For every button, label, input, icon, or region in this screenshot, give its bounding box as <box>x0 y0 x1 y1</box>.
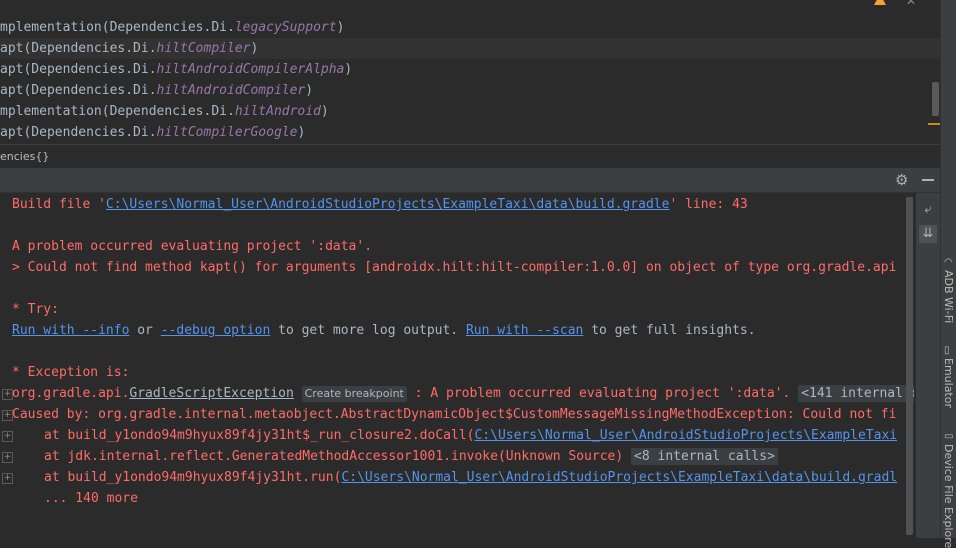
code-text: ) <box>305 83 314 98</box>
console-line: org.gradle.api.GradleScriptException Cre… <box>12 383 914 404</box>
console-text: to get more log output. <box>270 323 466 338</box>
internal-calls-fold[interactable]: <141 internal c <box>798 385 914 402</box>
console-text: : A problem occurred evaluating project … <box>406 386 791 401</box>
code-line[interactable]: apt(Dependencies.Di.hiltCompilerGoogle) <box>0 122 305 143</box>
code-identifier: hiltCompilerGoogle <box>156 125 298 140</box>
code-identifier: hiltAndroid <box>234 104 321 119</box>
code-text: mplementation(Dependencies.Di. <box>0 20 235 35</box>
code-text: ) <box>250 41 259 56</box>
device-icon: ▭ <box>944 431 954 442</box>
warning-icon[interactable] <box>874 0 886 5</box>
code-text: mplementation(Dependencies.Di. <box>0 104 235 119</box>
console-line: > Could not find method kapt() for argum… <box>12 260 897 275</box>
console-text: Build file ' <box>12 197 106 212</box>
console-text: ' line: 43 <box>669 197 748 212</box>
code-text: ) <box>320 104 329 119</box>
console-text: to get full insights. <box>583 323 756 338</box>
code-text: apt(Dependencies.Di. <box>0 125 157 140</box>
code-text: apt(Dependencies.Di. <box>0 62 157 77</box>
expand-icon[interactable]: + <box>2 431 13 442</box>
console-line: A problem occurred evaluating project ':… <box>12 239 373 254</box>
editor-status-icons: ✕ <box>874 0 916 8</box>
expand-icon[interactable]: + <box>2 452 13 463</box>
emulator-tab[interactable]: Emulator <box>942 358 955 408</box>
code-line[interactable]: apt(Dependencies.Di.hiltAndroidCompiler) <box>0 80 313 101</box>
console-line: Build file 'C:\Users\Normal_User\Android… <box>12 194 748 215</box>
build-file-link[interactable]: C:\Users\Normal_User\AndroidStudioProjec… <box>106 197 670 212</box>
soft-wrap-icon[interactable]: ⤶ <box>919 201 937 219</box>
device-file-explorer-tab[interactable]: Device File Explore <box>942 444 955 548</box>
console-text: at build_y1ondo94m9hyux89f4jy31ht.run( <box>44 470 342 485</box>
code-identifier: hiltAndroidCompiler <box>156 83 306 98</box>
code-text: apt(Dependencies.Di. <box>0 83 157 98</box>
build-output-console[interactable]: Build file 'C:\Users\Normal_User\Android… <box>0 193 914 538</box>
code-line[interactable]: mplementation(Dependencies.Di.legacySupp… <box>0 17 344 38</box>
console-text: at jdk.internal.reflect.GeneratedMethodA… <box>44 449 624 464</box>
source-link[interactable]: C:\Users\Normal_User\AndroidStudioProjec… <box>341 470 897 485</box>
minimize-icon[interactable] <box>922 179 934 181</box>
exception-class-link[interactable]: GradleScriptException <box>129 386 293 401</box>
code-text: ) <box>297 125 306 140</box>
code-text: ) <box>336 20 345 35</box>
breadcrumb: encies{} <box>0 144 940 169</box>
console-line: at jdk.internal.reflect.GeneratedMethodA… <box>44 446 778 467</box>
console-line: Caused by: org.gradle.internal.metaobjec… <box>12 407 897 422</box>
build-tool-window-header: ⚙ <box>0 168 940 193</box>
code-identifier: hiltCompiler <box>156 41 251 56</box>
run-with-info-link[interactable]: Run with --info <box>12 323 129 338</box>
scroll-to-end-icon[interactable]: ⇊ <box>919 225 937 243</box>
code-text: ) <box>344 62 353 77</box>
emulator-icon: ▯ <box>944 345 950 356</box>
editor-scrollbar[interactable] <box>932 82 939 116</box>
console-scrollbar[interactable] <box>906 197 913 535</box>
console-line: ... 140 more <box>44 491 138 506</box>
source-link[interactable]: C:\Users\Normal_User\AndroidStudioProjec… <box>474 428 897 443</box>
code-line[interactable]: apt(Dependencies.Di.hiltAndroidCompilerA… <box>0 59 352 80</box>
right-tool-strip: ◠ ADB Wi-Fi ▯ Emulator ▭ Device File Exp… <box>940 0 956 548</box>
code-identifier: legacySupport <box>234 20 337 35</box>
console-line: * Exception is: <box>12 365 130 380</box>
code-line[interactable]: mplementation(Dependencies.Di.hiltAndroi… <box>0 101 329 122</box>
console-line: * Try: <box>12 302 59 317</box>
run-with-scan-link[interactable]: Run with --scan <box>466 323 583 338</box>
create-breakpoint-button[interactable]: Create breakpoint <box>301 386 407 402</box>
close-icon[interactable]: ✕ <box>906 0 916 8</box>
console-toolbar: ⤶ ⇊ <box>916 193 940 538</box>
code-line-current[interactable]: apt(Dependencies.Di.hiltCompiler) <box>0 38 940 59</box>
adb-wifi-tab[interactable]: ADB Wi-Fi <box>942 270 955 323</box>
internal-calls-fold[interactable]: <8 internal calls> <box>631 448 778 465</box>
console-text: at build_y1ondo94m9hyux89f4jy31ht$_run_c… <box>44 428 475 443</box>
debug-option-link[interactable]: --debug option <box>161 323 271 338</box>
console-line: at build_y1ondo94m9hyux89f4jy31ht.run(C:… <box>44 467 897 488</box>
expand-icon[interactable]: + <box>2 473 13 484</box>
breadcrumb-item[interactable]: encies{} <box>0 150 49 163</box>
console-line: Run with --info or --debug option to get… <box>12 320 756 341</box>
warning-marker[interactable] <box>928 123 940 125</box>
console-line: at build_y1ondo94m9hyux89f4jy31ht$_run_c… <box>44 425 897 446</box>
wifi-icon: ◠ <box>944 257 953 268</box>
console-text: or <box>129 323 161 338</box>
code-identifier: hiltAndroidCompilerAlpha <box>156 62 345 77</box>
console-text: org.gradle.api. <box>12 386 130 401</box>
gear-icon[interactable]: ⚙ <box>895 171 908 189</box>
code-text: apt(Dependencies.Di. <box>0 41 157 56</box>
code-editor[interactable]: ✕ mplementation(Dependencies.Di.legacySu… <box>0 0 940 144</box>
